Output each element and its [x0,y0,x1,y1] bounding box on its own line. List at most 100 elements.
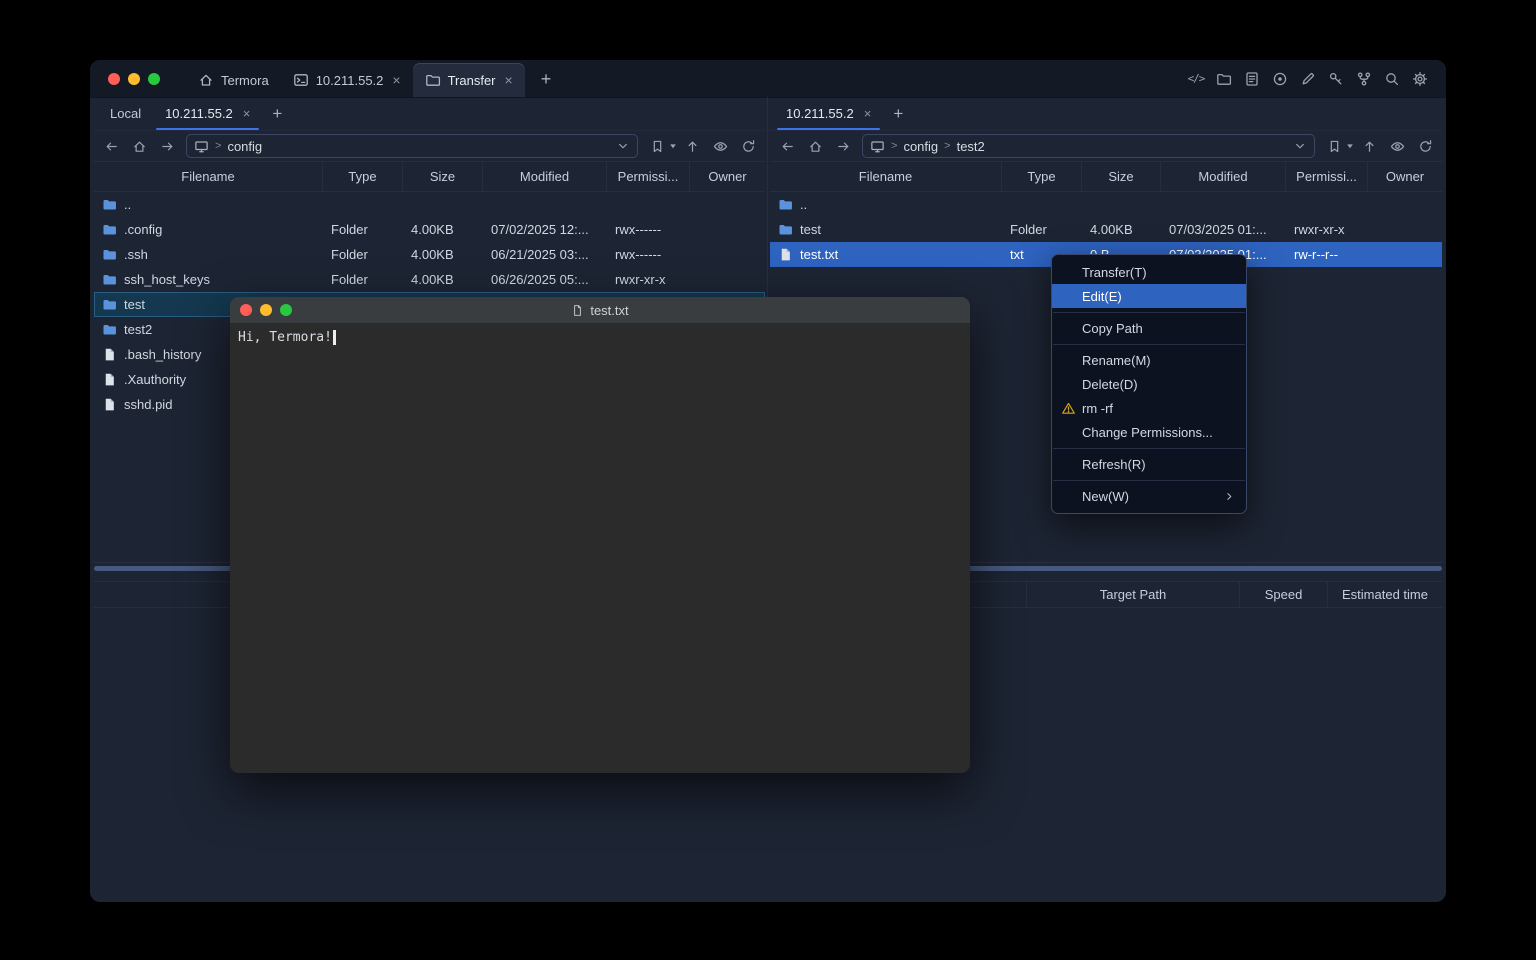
left-panel-tab-10-211-55-2[interactable]: 10.211.55.2 × [153,97,262,130]
search-icon[interactable] [1382,69,1402,89]
column-header[interactable]: Permissi... [607,162,690,191]
file-row-test[interactable]: test Folder 4.00KB 07/03/2025 01:... rwx… [770,217,1442,242]
left-navbar: >config [94,131,765,161]
breadcrumb-segment[interactable]: test2 [957,139,985,154]
close-tab-icon[interactable]: × [392,73,400,87]
left-home-button[interactable] [126,134,152,158]
minimize-window-button[interactable] [128,73,140,85]
code-icon[interactable]: </> [1186,69,1206,89]
editor-fullscreen-button[interactable] [280,304,292,316]
chevron-down-icon[interactable] [616,139,630,153]
right-new-panel-tab-button[interactable]: + [883,97,913,130]
menu-separator [1053,448,1245,449]
folder-icon [102,322,117,337]
menu-item-refresh-r[interactable]: Refresh(R) [1052,452,1246,476]
file-size: 4.00KB [1082,222,1161,237]
right-bookmark-button[interactable] [1321,134,1347,158]
column-header[interactable]: Size [1082,162,1161,191]
file-icon [102,347,117,362]
fullscreen-window-button[interactable] [148,73,160,85]
new-main-tab-button[interactable]: + [535,68,558,90]
file-row-ssh-host-keys[interactable]: ssh_host_keys Folder 4.00KB 06/26/2025 0… [94,267,765,292]
file-type: Folder [323,222,403,237]
folder-icon [102,297,117,312]
settings-icon[interactable] [1410,69,1430,89]
right-panel-tab-10-211-55-2[interactable]: 10.211.55.2 × [774,97,883,130]
filename: test.txt [800,247,838,262]
right-path-bar[interactable]: >config>test2 [862,134,1315,158]
editor-minimize-button[interactable] [260,304,272,316]
close-tab-icon[interactable]: × [864,107,872,120]
right-back-button[interactable] [774,134,800,158]
main-tab-transfer[interactable]: Transfer × [413,63,525,97]
column-header[interactable]: Owner [1368,162,1442,191]
pencil-icon[interactable] [1298,69,1318,89]
column-header[interactable]: Modified [483,162,607,191]
main-tab-termora[interactable]: Termora [186,63,281,97]
column-header[interactable]: Modified [1161,162,1286,191]
editor-titlebar[interactable]: test.txt [230,297,970,323]
right-show-hidden-button[interactable] [1384,134,1410,158]
close-tab-icon[interactable]: × [243,107,251,120]
file-row-up[interactable]: .. [94,192,765,217]
file-row-ssh[interactable]: .ssh Folder 4.00KB 06/21/2025 03:... rwx… [94,242,765,267]
close-window-button[interactable] [108,73,120,85]
column-header[interactable]: Owner [690,162,765,191]
menu-item-new-w[interactable]: New(W) [1052,484,1246,508]
right-home-button[interactable] [802,134,828,158]
key-icon[interactable] [1326,69,1346,89]
folder-icon[interactable] [1214,69,1234,89]
left-bookmark-button[interactable] [644,134,670,158]
left-forward-button[interactable] [154,134,180,158]
left-panel-tab-local[interactable]: Local [98,97,153,130]
transfer-column-header[interactable]: Speed [1240,582,1328,607]
column-header[interactable]: Filename [770,162,1002,191]
editor-close-button[interactable] [240,304,252,316]
menu-item-copy-path[interactable]: Copy Path [1052,316,1246,340]
editor-title: test.txt [590,303,628,318]
text-cursor [333,330,336,345]
breadcrumb-segment[interactable]: config [227,139,262,154]
file-modified: 07/02/2025 12:... [483,222,607,237]
file-row-config[interactable]: .config Folder 4.00KB 07/02/2025 12:... … [94,217,765,242]
file-row-up[interactable]: .. [770,192,1442,217]
breadcrumb-segment[interactable]: config [903,139,938,154]
left-show-hidden-button[interactable] [707,134,733,158]
menu-item-rename-m[interactable]: Rename(M) [1052,348,1246,372]
left-refresh-button[interactable] [735,134,761,158]
close-tab-icon[interactable]: × [505,73,513,87]
filename: .config [124,222,162,237]
left-new-panel-tab-button[interactable]: + [262,97,292,130]
right-up-button[interactable] [1356,134,1382,158]
menu-item-delete-d[interactable]: Delete(D) [1052,372,1246,396]
desktop: Termora 10.211.55.2 × Transfer × + </> [0,0,1536,960]
left-up-button[interactable] [679,134,705,158]
menu-item-transfer-t[interactable]: Transfer(T) [1052,260,1246,284]
chevron-down-icon[interactable] [1293,139,1307,153]
file-size: 4.00KB [403,272,483,287]
left-path-bar[interactable]: >config [186,134,638,158]
column-header[interactable]: Filename [94,162,323,191]
git-branch-icon[interactable] [1354,69,1374,89]
document-icon[interactable] [1242,69,1262,89]
editor-content[interactable]: Hi, Termora! [230,323,970,773]
right-bookmark-dropdown-icon[interactable] [1346,142,1354,150]
column-header[interactable]: Type [323,162,403,191]
menu-item-rm-rf[interactable]: rm -rf [1052,396,1246,420]
record-icon[interactable] [1270,69,1290,89]
right-refresh-button[interactable] [1412,134,1438,158]
menu-item-label: Rename(M) [1082,353,1151,368]
column-header[interactable]: Size [403,162,483,191]
column-header[interactable]: Type [1002,162,1082,191]
main-tab-10-211-55-2[interactable]: 10.211.55.2 × [281,63,413,97]
left-bookmark-dropdown-icon[interactable] [669,142,677,150]
transfer-column-header[interactable]: Target Path [1027,582,1240,607]
menu-item-edit-e[interactable]: Edit(E) [1052,284,1246,308]
menu-item-change-permissions[interactable]: Change Permissions... [1052,420,1246,444]
submenu-chevron-icon [1223,490,1236,503]
right-forward-button[interactable] [830,134,856,158]
editor-window-controls [230,304,292,316]
transfer-column-header[interactable]: Estimated time [1328,582,1442,607]
left-back-button[interactable] [98,134,124,158]
column-header[interactable]: Permissi... [1286,162,1368,191]
